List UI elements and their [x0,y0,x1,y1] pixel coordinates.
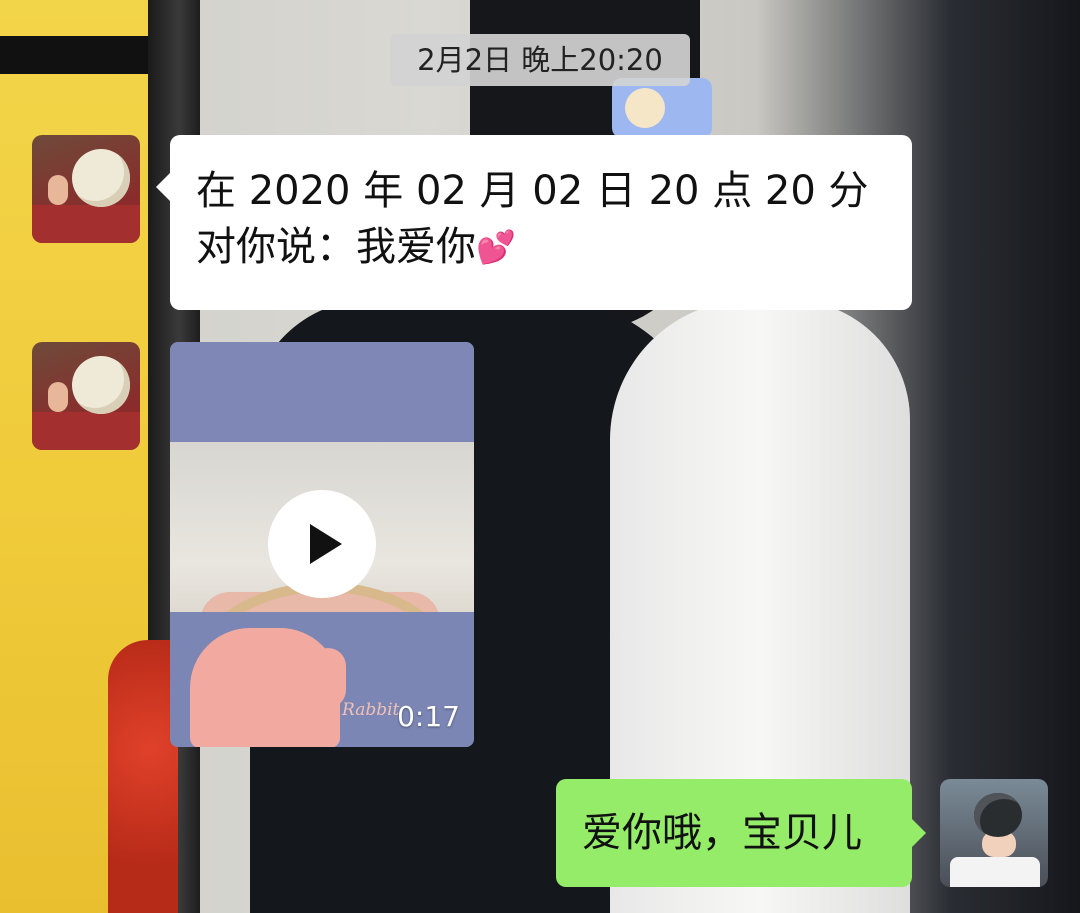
contact-avatar[interactable] [32,342,140,450]
avatar-body [950,857,1040,887]
heart-icon: 💕 [476,228,516,266]
avatar-plate [72,149,130,207]
my-avatar[interactable] [940,779,1048,887]
rabbit-caption: Rabbit [342,700,400,720]
outgoing-message-text: 爱你哦，宝贝儿 [582,810,862,856]
incoming-text-bubble[interactable]: 在 2020 年 02 月 02 日 20 点 20 分 对你说：我爱你💕 [156,135,912,310]
rabbit-illustration [190,628,340,747]
message-timestamp: 2月2日 晚上20:20 [390,34,690,86]
contact-avatar[interactable] [32,135,140,243]
video-thumbnail-top [170,342,474,442]
message-line-2: 对你说：我爱你💕 [196,219,888,275]
avatar-hand [48,382,68,412]
message-line-1: 在 2020 年 02 月 02 日 20 点 20 分 [196,168,869,214]
play-button[interactable] [268,490,376,598]
outgoing-text-bubble[interactable]: 爱你哦，宝贝儿 [556,779,926,887]
avatar-shirt [32,412,140,450]
video-message[interactable]: Rabbit 0:17 [170,342,474,747]
video-duration: 0:17 [397,700,460,733]
avatar-plate [72,356,130,414]
wallpaper-phone-sticker [625,88,665,128]
avatar-bowl [974,793,1022,837]
avatar-shirt [32,205,140,243]
message-line-2-text: 对你说：我爱你 [196,224,476,270]
wallpaper-red-object [108,640,178,913]
play-icon [310,524,342,564]
avatar-hand [48,175,68,205]
